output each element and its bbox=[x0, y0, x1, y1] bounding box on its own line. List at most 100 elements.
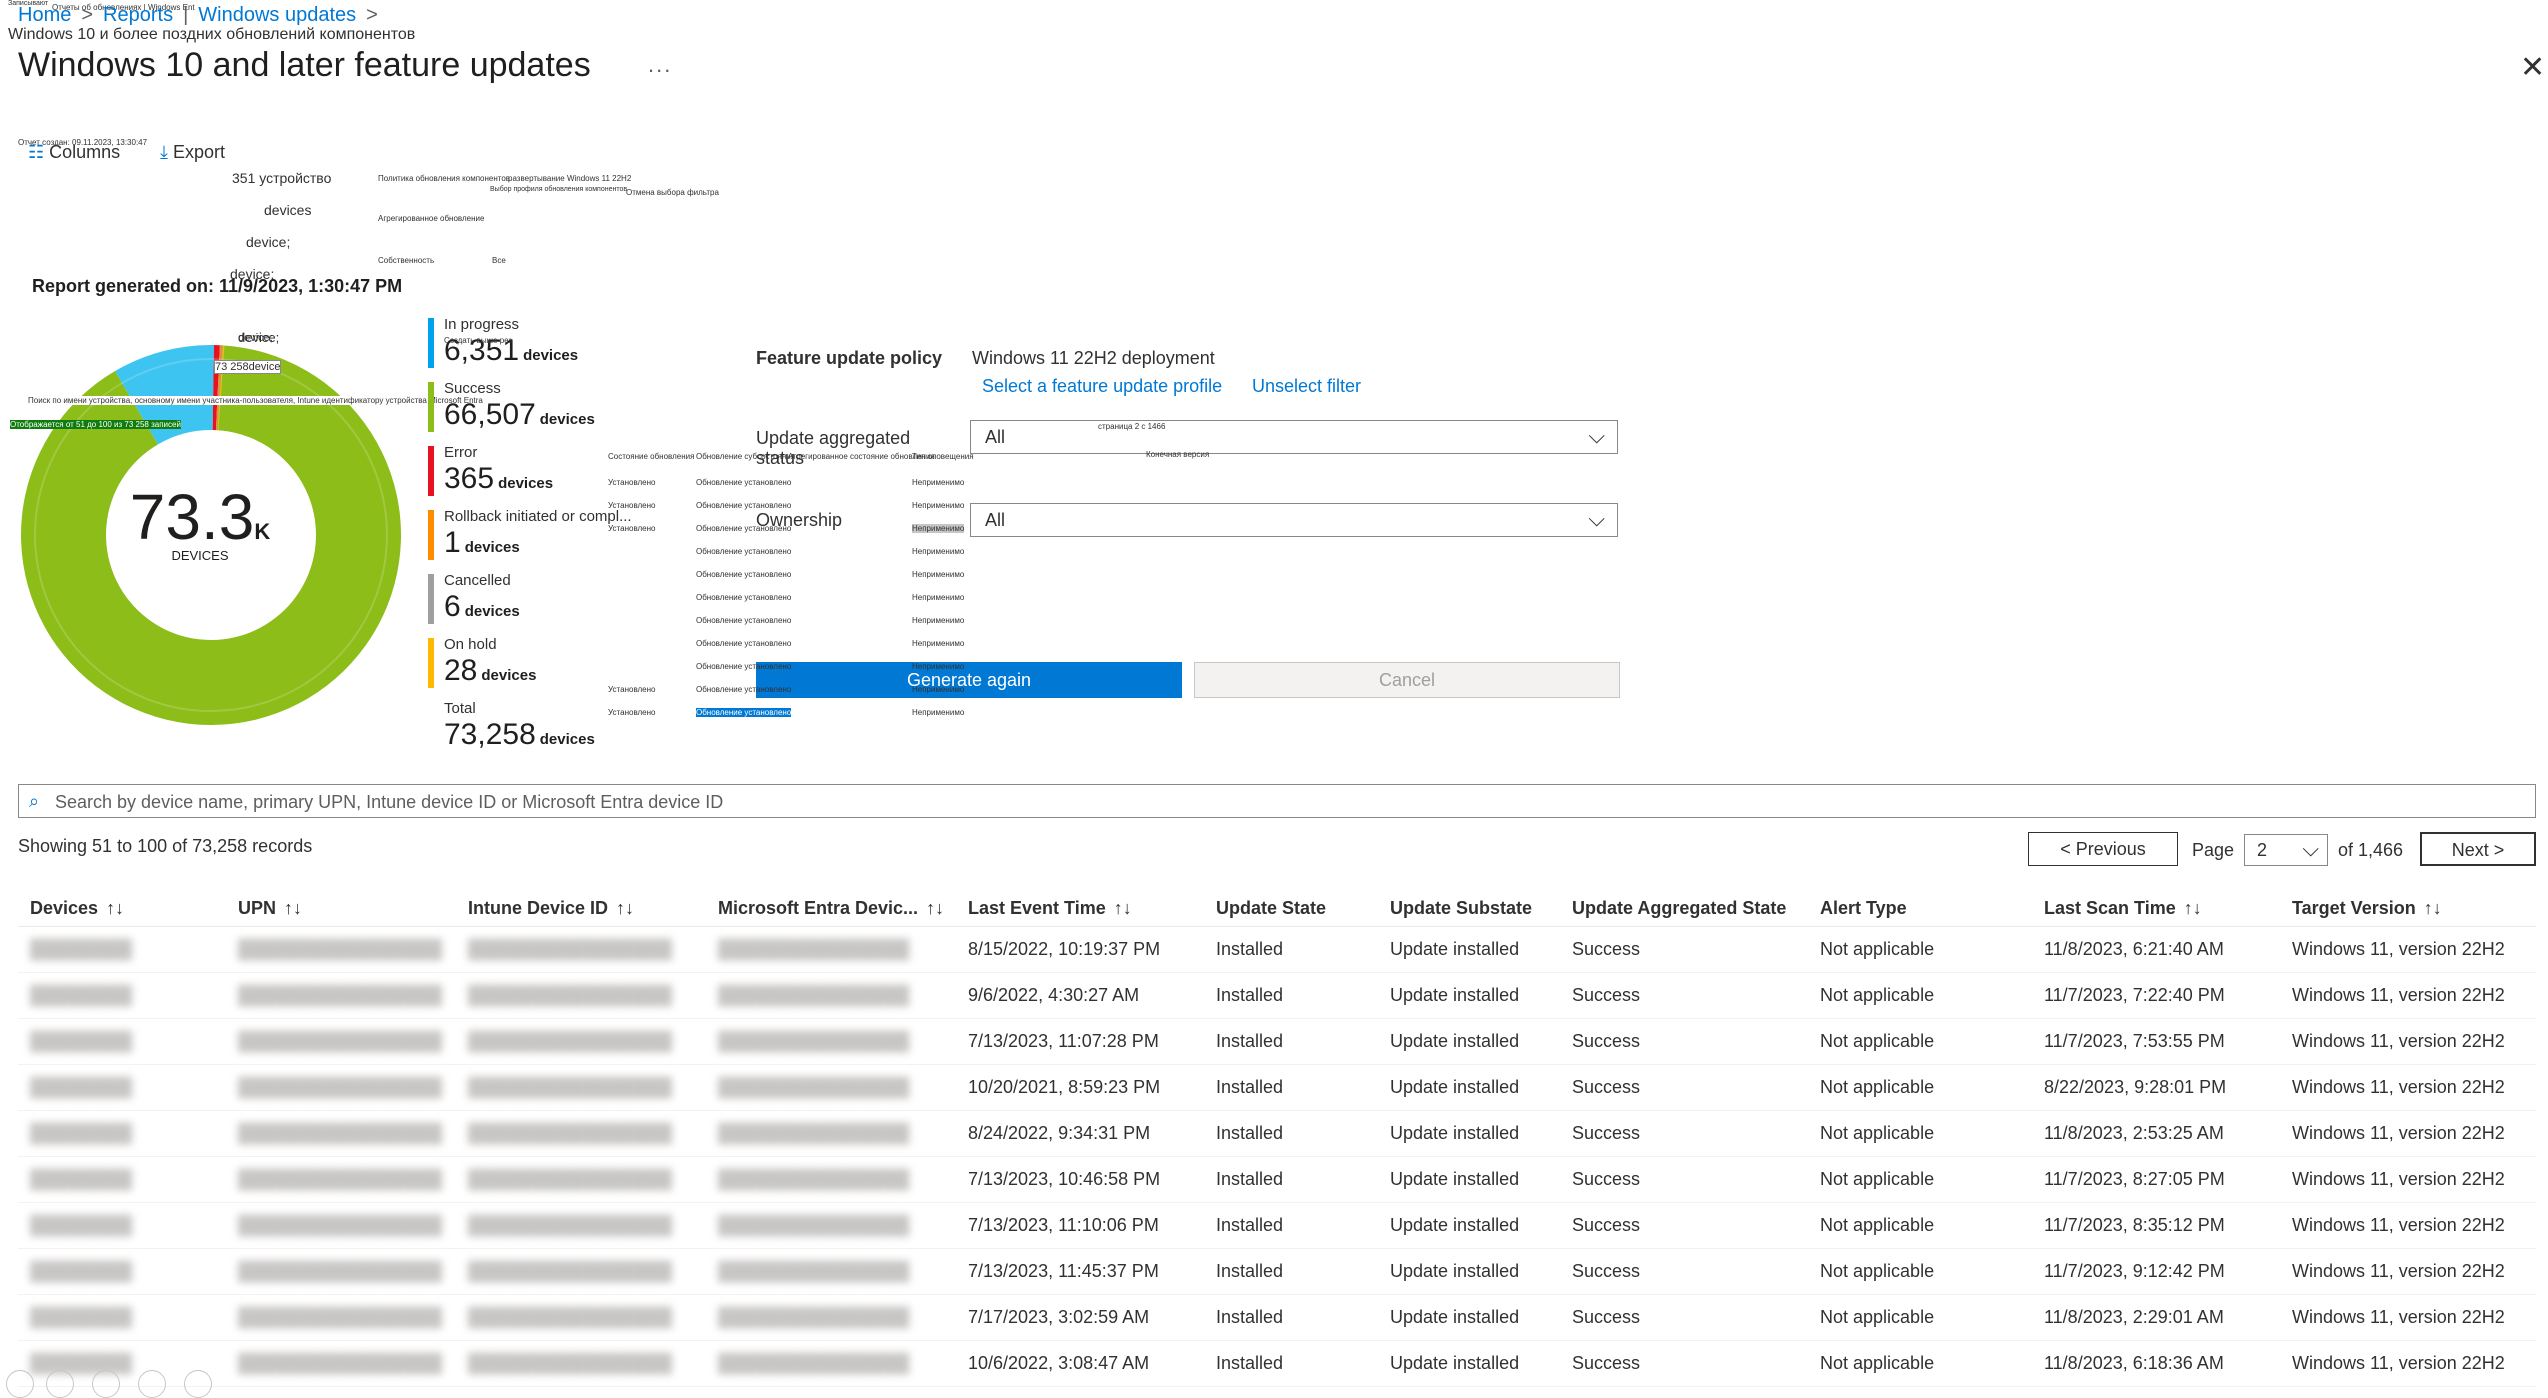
cancel-button[interactable]: Cancel bbox=[1194, 662, 1620, 698]
breadcrumb-home[interactable]: Home bbox=[18, 4, 71, 26]
update-aggregated-status-dropdown[interactable]: All ⌵ bbox=[970, 420, 1618, 454]
table-cell[interactable]: ████████████████ bbox=[456, 972, 706, 1019]
table-cell[interactable]: ████████ bbox=[18, 1294, 226, 1341]
table-cell: 11/8/2023, 2:53:25 AM bbox=[2032, 1110, 2280, 1157]
table-cell: 7/13/2023, 10:46:58 PM bbox=[956, 1156, 1204, 1203]
previous-page-button[interactable]: < Previous bbox=[2028, 832, 2178, 866]
table-cell: Success bbox=[1560, 926, 1808, 973]
table-cell[interactable]: ███████████████ bbox=[706, 1110, 956, 1157]
sort-icon[interactable]: ↑↓ bbox=[926, 898, 944, 918]
table-row[interactable]: ████████ ████████████████ ████████████████… bbox=[18, 972, 2536, 1019]
table-cell: 7/13/2023, 11:45:37 PM bbox=[956, 1248, 1204, 1295]
table-row[interactable]: ████████ ████████████████ ████████████████… bbox=[18, 1294, 2536, 1341]
table-cell[interactable]: ████████ bbox=[18, 926, 226, 973]
column-header[interactable]: Devices ↑↓ bbox=[18, 890, 226, 927]
table-cell[interactable]: ████████████████ bbox=[226, 1202, 456, 1249]
generate-again-button[interactable]: Generate again bbox=[756, 662, 1182, 698]
page-select[interactable]: 2 ⌵ bbox=[2244, 834, 2328, 866]
table-cell[interactable]: ████████████████ bbox=[456, 926, 706, 973]
table-cell[interactable]: ████████ bbox=[18, 1156, 226, 1203]
sort-icon[interactable]: ↑↓ bbox=[616, 898, 634, 918]
table-cell[interactable]: ████████████████ bbox=[226, 1294, 456, 1341]
table-row[interactable]: ████████ ████████████████ ████████████████… bbox=[18, 926, 2536, 973]
search-input[interactable] bbox=[53, 789, 2517, 815]
table-cell: Update installed bbox=[1378, 1018, 1560, 1065]
columns-button[interactable]: ☷ Columns bbox=[28, 142, 120, 163]
column-header[interactable]: Alert Type bbox=[1808, 890, 2032, 927]
columns-label: Columns bbox=[49, 142, 121, 162]
table-cell[interactable]: ████████████████ bbox=[226, 1248, 456, 1295]
column-header[interactable]: Intune Device ID ↑↓ bbox=[456, 890, 706, 927]
column-header[interactable]: Last Scan Time ↑↓ bbox=[2032, 890, 2280, 927]
sort-icon[interactable]: ↑↓ bbox=[1114, 898, 1132, 918]
table-cell[interactable]: ████████████████ bbox=[456, 1156, 706, 1203]
column-header[interactable]: Target Version ↑↓ bbox=[2280, 890, 2536, 927]
table-row[interactable]: ████████ ████████████████ ████████████████… bbox=[18, 1156, 2536, 1203]
column-header[interactable]: Update Substate bbox=[1378, 890, 1560, 927]
table-cell[interactable]: ████████████████ bbox=[456, 1202, 706, 1249]
table-cell[interactable]: ████████████████ bbox=[456, 1064, 706, 1111]
table-cell[interactable]: ████████████████ bbox=[456, 1018, 706, 1065]
table-row[interactable]: ████████ ████████████████ ████████████████… bbox=[18, 1110, 2536, 1157]
export-label: Export bbox=[172, 142, 226, 162]
legend-swatch bbox=[428, 510, 434, 560]
ownership-dropdown[interactable]: All ⌵ bbox=[970, 503, 1618, 537]
table-cell[interactable]: ███████████████ bbox=[706, 1202, 956, 1249]
legend-label: Success bbox=[444, 380, 501, 397]
table-cell[interactable]: ████████ bbox=[18, 1248, 226, 1295]
breadcrumb-windows-updates[interactable]: Windows updates bbox=[198, 4, 356, 26]
table-row[interactable]: ████████ ████████████████ ████████████████… bbox=[18, 1064, 2536, 1111]
column-header[interactable]: UPN ↑↓ bbox=[226, 890, 456, 927]
column-header[interactable]: Last Event Time ↑↓ bbox=[956, 890, 1204, 927]
table-cell[interactable]: ███████████████ bbox=[706, 1248, 956, 1295]
table-row[interactable]: ████████ ████████████████ ████████████████… bbox=[18, 1018, 2536, 1065]
table-cell[interactable]: ████████████████ bbox=[226, 972, 456, 1019]
table-cell: 9/6/2022, 4:30:27 AM bbox=[956, 972, 1204, 1019]
breadcrumb-reports[interactable]: Reports bbox=[103, 4, 173, 26]
sort-icon[interactable]: ↑↓ bbox=[2184, 898, 2202, 918]
column-header[interactable]: Microsoft Entra Devic... ↑↓ bbox=[706, 890, 956, 927]
table-cell[interactable]: ███████████████ bbox=[706, 1294, 956, 1341]
table-cell[interactable]: ███████████████ bbox=[706, 926, 956, 973]
table-cell[interactable]: ████████████████ bbox=[226, 926, 456, 973]
table-cell[interactable]: ███████████████ bbox=[706, 1018, 956, 1065]
table-cell[interactable]: ████████████████ bbox=[456, 1110, 706, 1157]
column-header[interactable]: Update State bbox=[1204, 890, 1378, 927]
table-cell[interactable]: ████████████████ bbox=[226, 1110, 456, 1157]
table-cell: Not applicable bbox=[1808, 1294, 2032, 1341]
table-cell[interactable]: ████████████████ bbox=[226, 1064, 456, 1111]
more-options-icon[interactable]: ... bbox=[648, 52, 672, 78]
table-cell[interactable]: ████████ bbox=[18, 1064, 226, 1111]
table-cell[interactable]: ████████ bbox=[18, 972, 226, 1019]
sort-icon[interactable]: ↑↓ bbox=[2424, 898, 2442, 918]
table-cell[interactable]: ████████████████ bbox=[456, 1248, 706, 1295]
table-cell[interactable]: ████████ bbox=[18, 1202, 226, 1249]
legend-label: Rollback initiated or compl... bbox=[444, 508, 632, 525]
table-cell: Success bbox=[1560, 1294, 1808, 1341]
table-cell[interactable]: ████████████████ bbox=[226, 1018, 456, 1065]
column-header-label: Intune Device ID bbox=[468, 897, 609, 918]
table-cell[interactable]: ████████████████ bbox=[226, 1156, 456, 1203]
table-cell[interactable]: ███████████████ bbox=[706, 972, 956, 1019]
table-cell: Not applicable bbox=[1808, 1248, 2032, 1295]
ru-cell-update-installed: Обновление установлено bbox=[696, 708, 792, 717]
export-button[interactable]: ⤓ Export bbox=[160, 142, 225, 163]
select-feature-update-profile-link[interactable]: Select a feature update profile bbox=[982, 376, 1222, 397]
table-cell: Not applicable bbox=[1808, 1202, 2032, 1249]
column-header-label: Microsoft Entra Devic... bbox=[718, 897, 919, 918]
table-cell[interactable]: ████████ bbox=[18, 1018, 226, 1065]
table-row[interactable]: ████████ ████████████████ ████████████████… bbox=[18, 1202, 2536, 1249]
sort-icon[interactable]: ↑↓ bbox=[106, 898, 124, 918]
table-cell[interactable]: ████████ bbox=[18, 1110, 226, 1157]
unselect-filter-link[interactable]: Unselect filter bbox=[1252, 376, 1361, 397]
sort-icon[interactable]: ↑↓ bbox=[284, 898, 302, 918]
column-header[interactable]: Update Aggregated State bbox=[1560, 890, 1808, 927]
table-row[interactable]: ████████ ████████████████ ████████████████… bbox=[18, 1248, 2536, 1295]
table-cell[interactable]: ████████████████ bbox=[456, 1294, 706, 1341]
next-page-button[interactable]: Next > bbox=[2420, 832, 2536, 866]
close-icon[interactable]: ✕ bbox=[2520, 50, 2545, 85]
table-cell[interactable]: ███████████████ bbox=[706, 1064, 956, 1111]
table-cell: 10/20/2021, 8:59:23 PM bbox=[956, 1064, 1204, 1111]
table-cell[interactable]: ███████████████ bbox=[706, 1156, 956, 1203]
search-box[interactable]: ⌕ bbox=[18, 784, 2536, 818]
